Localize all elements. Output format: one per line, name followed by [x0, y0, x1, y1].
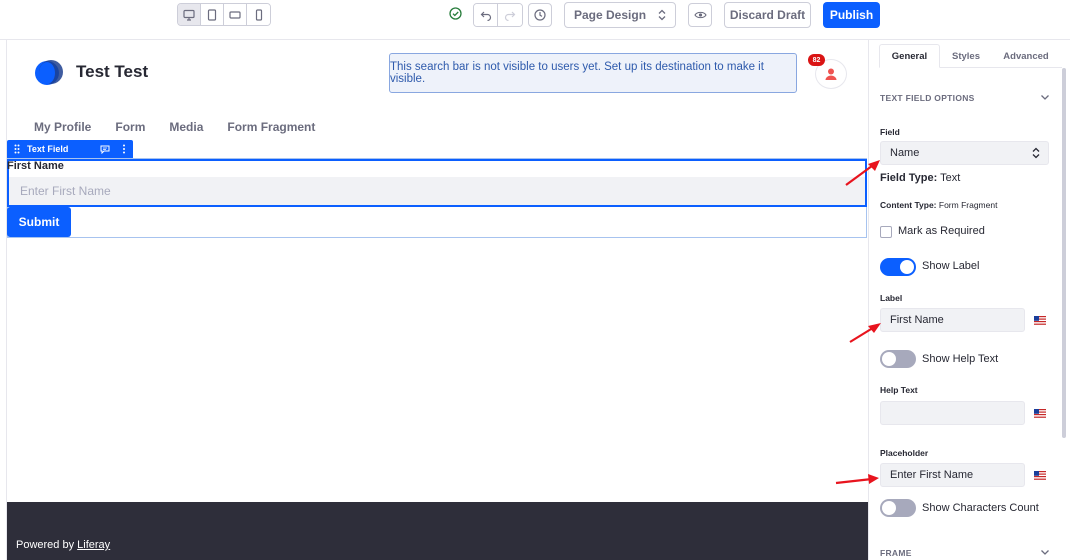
field-type-value: Text: [940, 172, 961, 184]
nav-item-form[interactable]: Form: [115, 120, 145, 134]
discard-draft-button[interactable]: Discard Draft: [724, 2, 811, 28]
label-field-label: Label: [880, 293, 903, 303]
landscape-phone-icon[interactable]: [224, 4, 247, 25]
experience-select-label: Page Design: [574, 8, 647, 22]
submit-button[interactable]: Submit: [7, 207, 71, 237]
help-text-input[interactable]: [880, 401, 1025, 425]
show-characters-count-label: Show Characters Count: [922, 502, 1039, 514]
page-footer: [7, 502, 868, 560]
site-name[interactable]: Test Test: [76, 62, 148, 82]
site-logo: [35, 60, 63, 85]
us-flag-icon[interactable]: [1034, 471, 1046, 480]
us-flag-icon[interactable]: [1034, 409, 1046, 418]
options-kebab-icon[interactable]: [114, 144, 133, 154]
label-input[interactable]: First Name: [880, 308, 1025, 332]
fragment-topper[interactable]: Text Field: [7, 140, 133, 158]
undo-icon: [480, 11, 491, 21]
nav-item-media[interactable]: Media: [169, 120, 203, 134]
comment-icon[interactable]: [95, 145, 114, 154]
canvas-edge: [6, 40, 7, 560]
content-type-value: Form Fragment: [938, 200, 998, 210]
drag-handle-icon[interactable]: [7, 144, 27, 154]
us-flag-icon[interactable]: [1034, 316, 1046, 325]
tab-general[interactable]: General: [879, 44, 940, 68]
field-type-key: Field Type:: [880, 172, 938, 184]
tab-advanced[interactable]: Advanced: [992, 44, 1060, 68]
first-name-input[interactable]: Enter First Name: [9, 177, 865, 205]
tab-styles[interactable]: Styles: [940, 44, 992, 68]
show-characters-count-toggle[interactable]: [880, 499, 916, 517]
preview-button[interactable]: [688, 3, 712, 27]
footer-credit: Powered by Liferay: [16, 539, 110, 551]
toggle-knob: [882, 501, 896, 515]
sidebar-tabs: General Styles Advanced: [879, 44, 1062, 68]
field-select[interactable]: Name: [880, 141, 1049, 165]
nav-item-form-fragment[interactable]: Form Fragment: [227, 120, 315, 134]
redo-button[interactable]: [498, 4, 522, 26]
redo-icon: [504, 11, 516, 21]
show-help-text-label: Show Help Text: [922, 353, 999, 365]
fragment-name: Text Field: [27, 144, 69, 154]
notification-badge: 82: [808, 54, 825, 66]
portrait-phone-icon[interactable]: [247, 4, 270, 25]
history-button[interactable]: [528, 3, 552, 27]
content-type: Content Type: Form Fragment: [880, 200, 997, 210]
show-label-toggle[interactable]: [880, 258, 916, 276]
chevron-up-icon[interactable]: [1040, 92, 1050, 102]
toggle-knob: [900, 260, 914, 274]
caret-double-icon: [1032, 147, 1040, 159]
site-navigation: My Profile Form Media Form Fragment: [34, 120, 315, 134]
footer-prefix: Powered by: [16, 539, 78, 551]
toggle-knob: [882, 352, 896, 366]
caret-double-icon: [658, 9, 666, 21]
eye-icon: [693, 11, 707, 19]
user-icon: [825, 68, 837, 80]
mark-required-label[interactable]: Mark as Required: [898, 225, 985, 237]
help-text-label: Help Text: [880, 385, 918, 395]
mark-required-checkbox[interactable]: [880, 226, 892, 238]
device-preview-group: [177, 3, 271, 26]
chevron-down-icon[interactable]: [1040, 547, 1050, 557]
content-type-key: Content Type:: [880, 200, 937, 210]
placeholder-label: Placeholder: [880, 448, 929, 458]
clock-icon: [534, 9, 546, 21]
show-help-text-toggle[interactable]: [880, 350, 916, 368]
field-type: Field Type: Text: [880, 172, 960, 184]
sidebar-scrollbar[interactable]: [1062, 68, 1066, 438]
field-label: Field: [880, 127, 900, 137]
liferay-link[interactable]: Liferay: [77, 539, 110, 551]
show-label-label: Show Label: [922, 260, 980, 272]
text-field-options-title[interactable]: TEXT FIELD OPTIONS: [880, 93, 975, 103]
page-canvas: [0, 40, 868, 560]
undo-button[interactable]: [474, 4, 498, 26]
desktop-icon[interactable]: [178, 4, 201, 25]
placeholder-input[interactable]: Enter First Name: [880, 463, 1025, 487]
search-bar-notice: This search bar is not visible to users …: [389, 53, 797, 93]
saved-check-icon: [449, 7, 462, 20]
field-select-value: Name: [890, 147, 920, 159]
frame-section-title[interactable]: FRAME: [880, 548, 912, 558]
experience-select[interactable]: Page Design: [564, 2, 676, 28]
nav-item-my-profile[interactable]: My Profile: [34, 120, 91, 134]
undo-redo-group: [473, 3, 523, 27]
tablet-icon[interactable]: [201, 4, 224, 25]
publish-button[interactable]: Publish: [823, 2, 880, 28]
first-name-label: First Name: [7, 160, 64, 172]
